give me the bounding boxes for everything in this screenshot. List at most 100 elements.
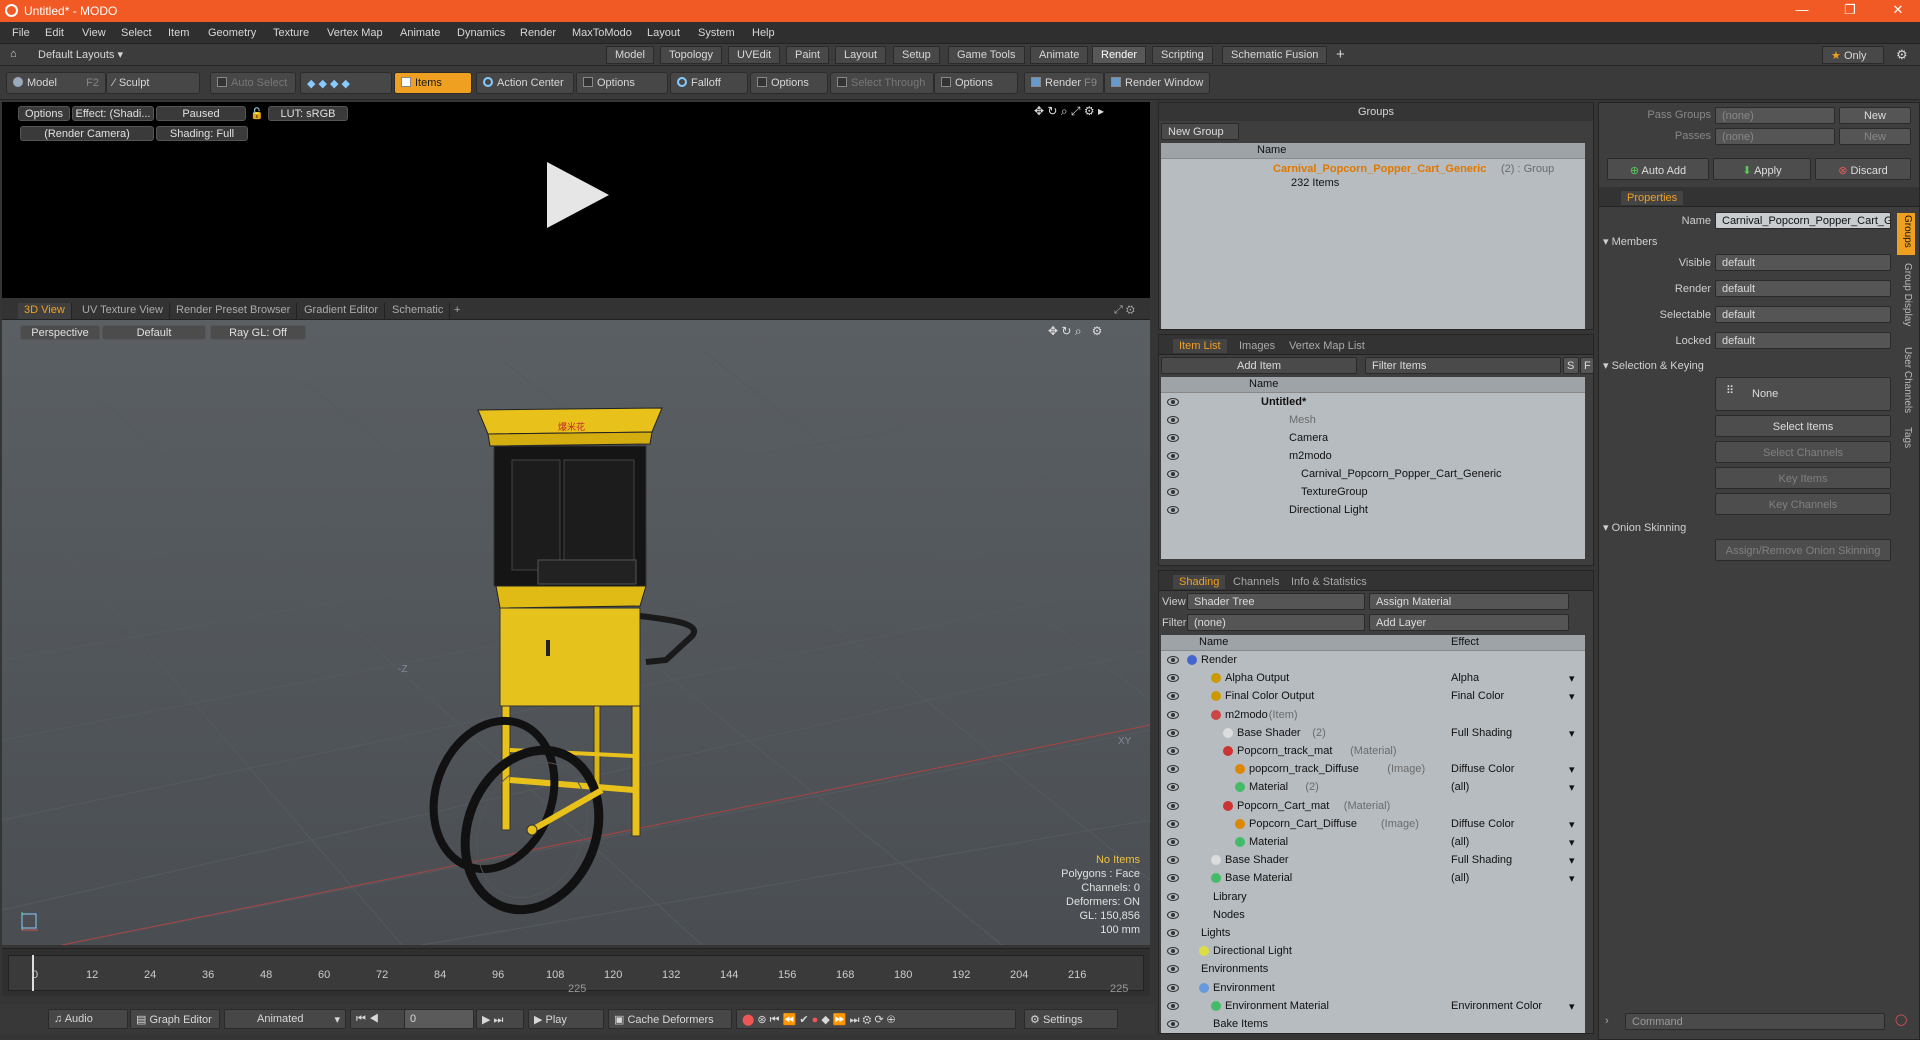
chevron-down-icon[interactable]: ▾	[1569, 872, 1575, 885]
visible-dropdown[interactable]: default	[1715, 254, 1891, 271]
move-icon[interactable]: ✥	[1034, 104, 1044, 118]
tab-vertex-map-list[interactable]: Vertex Map List	[1283, 339, 1371, 353]
menu-texture[interactable]: Texture	[273, 27, 309, 39]
tab-images[interactable]: Images	[1233, 339, 1281, 353]
lut-dropdown[interactable]: LUT: sRGB	[268, 106, 348, 121]
paused-toggle[interactable]: Paused	[156, 106, 246, 121]
settings-button[interactable]: ⚙ Settings	[1024, 1009, 1118, 1029]
key-items-button[interactable]: Key Items	[1715, 467, 1891, 489]
tree-row-directional-light[interactable]: Directional Light	[1161, 502, 1585, 520]
options-button-1[interactable]: Options	[576, 72, 668, 94]
transport-forward-buttons[interactable]: ▶ ⏭	[476, 1009, 524, 1029]
tab-animate[interactable]: Animate	[1030, 46, 1089, 64]
render-window-button[interactable]: Render Window	[1104, 72, 1210, 94]
shader-row[interactable]: Bake Items	[1161, 1016, 1585, 1034]
zoom-icon[interactable]: ⌕	[1075, 324, 1082, 338]
eye-icon[interactable]	[1167, 728, 1179, 737]
shader-row-effect[interactable]: Environment Color	[1451, 1000, 1542, 1012]
shader-tree[interactable]: Name Effect Render Alpha Output Alpha ▾ Fina…	[1161, 635, 1585, 1033]
filter-f-button[interactable]: F	[1580, 357, 1594, 374]
selectable-dropdown[interactable]: default	[1715, 306, 1891, 323]
auto-add-button[interactable]: ⊕ Auto Add	[1607, 158, 1709, 180]
chevron-down-icon[interactable]: ▾	[1569, 727, 1575, 740]
tab-setup[interactable]: Setup	[893, 46, 940, 64]
animated-dropdown[interactable]: Animated ▾	[224, 1009, 346, 1029]
chevron-down-icon[interactable]: ▾	[1569, 690, 1575, 703]
play-icon[interactable]	[547, 162, 609, 228]
eye-icon[interactable]	[1167, 692, 1179, 701]
tree-row-texturegroup[interactable]: TextureGroup	[1161, 484, 1585, 502]
eye-icon[interactable]	[1167, 416, 1179, 424]
eye-icon[interactable]	[1167, 452, 1179, 460]
add-view-tab-button[interactable]: +	[448, 303, 466, 319]
shader-row[interactable]: Popcorn_track_mat (Material)	[1161, 743, 1585, 761]
passes-dropdown[interactable]: (none)	[1715, 128, 1835, 145]
rotate-icon[interactable]: ↻	[1047, 104, 1057, 118]
shader-row[interactable]: Final Color Output Final Color ▾	[1161, 688, 1585, 706]
menu-layout[interactable]: Layout	[647, 27, 680, 39]
shader-row-effect[interactable]: (all)	[1451, 836, 1469, 848]
default-style-dropdown[interactable]: Default	[102, 325, 206, 340]
viewport-nav-icons[interactable]: ✥ ↻ ⌕ ⚙	[1048, 324, 1102, 339]
new-pass-group-button[interactable]: New	[1839, 107, 1911, 124]
render-dropdown[interactable]: default	[1715, 280, 1891, 297]
options-button-2[interactable]: Options	[750, 72, 828, 94]
pass-groups-dropdown[interactable]: (none)	[1715, 107, 1835, 124]
frame-input[interactable]: 0	[404, 1009, 474, 1029]
shader-row-effect[interactable]: (all)	[1451, 781, 1469, 793]
shader-row-effect[interactable]: Diffuse Color	[1451, 818, 1514, 830]
add-layout-button[interactable]: +	[1336, 46, 1345, 63]
selection-keying-section[interactable]: ▾ Selection & Keying	[1603, 359, 1704, 372]
eye-icon[interactable]	[1167, 892, 1179, 901]
shader-row[interactable]: Render	[1161, 652, 1585, 670]
tab-topology[interactable]: Topology	[660, 46, 723, 64]
onion-skinning-section[interactable]: ▾ Onion Skinning	[1603, 521, 1686, 534]
tab-game-tools[interactable]: Game Tools	[948, 46, 1025, 64]
eye-icon[interactable]	[1167, 783, 1179, 792]
render-button[interactable]: Render F9	[1024, 72, 1104, 94]
gear-icon[interactable]: ⚙	[1084, 104, 1095, 118]
tab-shading[interactable]: Shading	[1173, 575, 1226, 589]
menu-select[interactable]: Select	[121, 27, 152, 39]
chevron-down-icon[interactable]: ▾	[1569, 763, 1575, 776]
menu-vertex-map[interactable]: Vertex Map	[327, 27, 383, 39]
restore-button[interactable]: ❐	[1830, 2, 1870, 18]
eye-icon[interactable]	[1167, 856, 1179, 865]
shader-row[interactable]: Popcorn_Cart_mat (Material)	[1161, 798, 1585, 816]
chevron-down-icon[interactable]: ▾	[1569, 818, 1575, 831]
shader-row-effect[interactable]: Alpha	[1451, 672, 1479, 684]
add-item-button[interactable]: Add Item	[1161, 357, 1357, 374]
eye-icon[interactable]	[1167, 434, 1179, 442]
shader-row[interactable]: Material (all) ▾	[1161, 834, 1585, 852]
sculpt-mode-button[interactable]: ⁄ Sculpt	[106, 72, 200, 94]
group-row[interactable]: Carnival_Popcorn_Popper_Cart_Generic (2)…	[1161, 161, 1585, 193]
popcorn-cart-model[interactable]	[414, 407, 697, 930]
perspective-dropdown[interactable]: Perspective	[20, 325, 100, 340]
menu-view[interactable]: View	[82, 27, 106, 39]
eye-icon[interactable]	[1167, 1020, 1179, 1028]
selection-mode-icons[interactable]: ◆ ◆ ◆ ◆	[300, 72, 392, 94]
shader-row-effect[interactable]: (all)	[1451, 872, 1469, 884]
eye-icon[interactable]	[1167, 819, 1179, 828]
shader-row[interactable]: Alpha Output Alpha ▾	[1161, 670, 1585, 688]
tab-layout[interactable]: Layout	[835, 46, 887, 64]
shader-row-effect[interactable]: Full Shading	[1451, 854, 1512, 866]
transport-back-buttons[interactable]: ⏮ ◀	[350, 1009, 406, 1029]
shader-row[interactable]: Environment	[1161, 980, 1585, 998]
chevron-down-icon[interactable]: ▾	[1569, 1000, 1575, 1013]
home-icon[interactable]: ⌂	[10, 48, 17, 60]
shader-row[interactable]: Popcorn_Cart_Diffuse (Image) Diffuse Color…	[1161, 816, 1585, 834]
tab-render-preset-browser[interactable]: Render Preset Browser	[170, 303, 298, 319]
falloff-button[interactable]: Falloff	[670, 72, 748, 94]
layout-selector[interactable]: Default Layouts ▾	[38, 48, 123, 61]
key-controls[interactable]: ⬤ ⊛ ⏮ ⏪ ✔ ● ◆ ⏩ ⏭ ⚙ ⟳ ⊕	[736, 1009, 1016, 1029]
tab-schematic[interactable]: Schematic	[386, 303, 451, 319]
menu-file[interactable]: File	[12, 27, 30, 39]
shader-row[interactable]: Nodes	[1161, 907, 1585, 925]
shader-row[interactable]: Environment Material Environment Color ▾	[1161, 998, 1585, 1016]
tab-scripting[interactable]: Scripting	[1152, 46, 1213, 64]
tab-schematic-fusion[interactable]: Schematic Fusion	[1222, 46, 1328, 64]
shader-row[interactable]: Directional Light	[1161, 943, 1585, 961]
shader-row-effect[interactable]: Final Color	[1451, 690, 1504, 702]
select-items-button[interactable]: Select Items	[1715, 415, 1891, 437]
